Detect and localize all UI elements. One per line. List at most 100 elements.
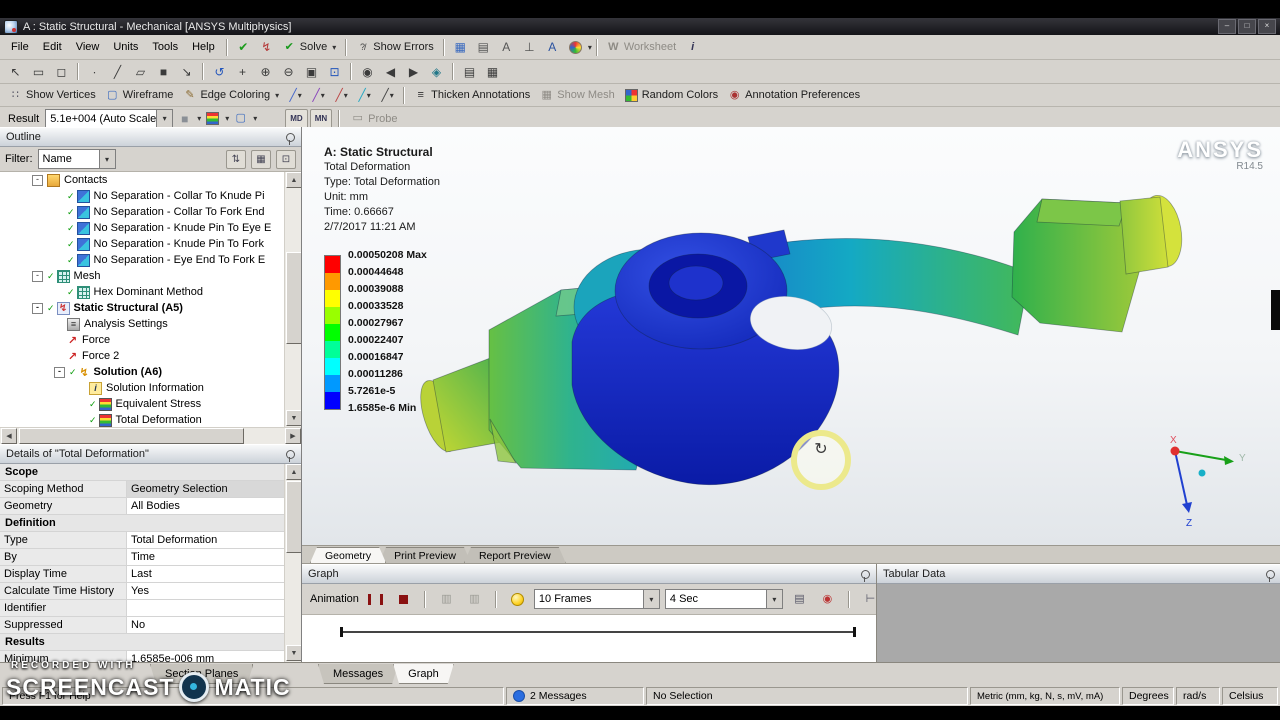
scroll-up-icon[interactable]: ▲ bbox=[286, 172, 301, 188]
edge-pen-black-icon[interactable]: ╱▾ bbox=[376, 85, 399, 106]
details-property-value[interactable]: Time bbox=[127, 549, 285, 565]
stop-button[interactable] bbox=[392, 589, 415, 610]
solve-button[interactable]: Solve ▾ bbox=[278, 37, 342, 58]
details-property-value[interactable]: Total Deformation bbox=[127, 532, 285, 548]
chevron-down-icon[interactable]: ▾ bbox=[643, 590, 659, 608]
body-filter-icon[interactable]: ■ bbox=[152, 61, 175, 82]
tree-item[interactable]: Force 2 bbox=[0, 348, 285, 364]
max-annotation-toggle[interactable]: MD bbox=[285, 109, 307, 129]
chart-view-icon[interactable]: ▤ bbox=[472, 37, 495, 58]
filter-box-icon[interactable]: ⊡ bbox=[276, 150, 296, 169]
graph-timeline-area[interactable] bbox=[302, 615, 876, 664]
min-annotation-toggle[interactable]: MN bbox=[310, 109, 332, 129]
tree-item[interactable]: -✓Solution (A6) bbox=[0, 364, 285, 380]
zoom-out-icon[interactable]: ⊖ bbox=[277, 61, 300, 82]
zoom-graph-button[interactable] bbox=[816, 589, 839, 610]
geometry-display-button[interactable] bbox=[173, 108, 196, 129]
chevron-down-icon[interactable]: ▾ bbox=[390, 91, 394, 100]
box-zoom-icon[interactable]: ▣ bbox=[300, 61, 323, 82]
pushpin-icon[interactable] bbox=[1266, 570, 1275, 579]
timeline-track[interactable] bbox=[340, 631, 856, 633]
tree-item[interactable]: ✓No Separation - Eye End To Fork E bbox=[0, 252, 285, 268]
filter-name-combo[interactable]: Name ▾ bbox=[38, 149, 116, 169]
chevron-down-icon[interactable]: ▾ bbox=[298, 91, 302, 100]
wireframe-button[interactable]: Wireframe bbox=[101, 85, 179, 106]
tree-expander-icon[interactable]: - bbox=[54, 367, 65, 378]
status-angular-velocity-unit[interactable]: rad/s bbox=[1176, 687, 1220, 705]
worksheet-button[interactable]: Worksheet bbox=[602, 37, 681, 58]
scroll-up-icon[interactable]: ▲ bbox=[286, 464, 301, 480]
viewport-tab-report-preview[interactable]: Report Preview bbox=[464, 547, 566, 563]
palette-button[interactable] bbox=[564, 37, 587, 58]
status-units[interactable]: Metric (mm, kg, N, s, mV, mA) bbox=[970, 687, 1120, 705]
details-property-value[interactable]: Yes bbox=[127, 583, 285, 599]
details-property-value[interactable]: Last bbox=[127, 566, 285, 582]
update-contours-button[interactable] bbox=[506, 589, 529, 610]
dock-tab-messages[interactable]: Messages bbox=[318, 664, 398, 684]
edge-pen-red-icon[interactable]: ╱▾ bbox=[330, 85, 353, 106]
edge-pen-cyan-icon[interactable]: ╱▾ bbox=[353, 85, 376, 106]
edge-filter-icon[interactable]: ╱ bbox=[106, 61, 129, 82]
viewport-tab-print-preview[interactable]: Print Preview bbox=[379, 547, 471, 563]
tree-item[interactable]: Force bbox=[0, 332, 285, 348]
edge-pen-purple-icon[interactable]: ╱▾ bbox=[307, 85, 330, 106]
tree-item[interactable]: -✓Static Structural (A5) bbox=[0, 300, 285, 316]
edge-coloring-button[interactable]: Edge Coloring ▾ bbox=[178, 85, 284, 106]
details-property-value[interactable]: Geometry Selection bbox=[127, 481, 285, 497]
outline-vertical-scrollbar[interactable]: ▲ ▼ bbox=[284, 172, 301, 427]
menu-tools[interactable]: Tools bbox=[145, 39, 185, 55]
random-colors-button[interactable]: Random Colors bbox=[620, 85, 723, 106]
probe-button[interactable]: Probe bbox=[346, 108, 402, 129]
menu-file[interactable]: File bbox=[4, 39, 36, 55]
tree-item[interactable]: ✓No Separation - Collar To Fork End bbox=[0, 204, 285, 220]
tree-item[interactable]: ✓Equivalent Stress bbox=[0, 396, 285, 412]
pin-geometry-icon[interactable]: ⊥ bbox=[518, 37, 541, 58]
menu-view[interactable]: View bbox=[69, 39, 107, 55]
chevron-down-icon[interactable]: ▾ bbox=[332, 43, 336, 52]
frames-combo[interactable]: 10 Frames ▾ bbox=[534, 589, 660, 609]
tags-grid-icon[interactable]: ▦ bbox=[449, 37, 472, 58]
status-angle-unit[interactable]: Degrees bbox=[1122, 687, 1174, 705]
details-property-value[interactable] bbox=[127, 600, 285, 616]
tree-item[interactable]: Solution Information bbox=[0, 380, 285, 396]
scrollbar-thumb[interactable] bbox=[286, 252, 301, 344]
chevron-down-icon[interactable]: ▾ bbox=[766, 590, 782, 608]
fit-view-icon[interactable]: ⊡ bbox=[323, 61, 346, 82]
tree-item[interactable]: ✓Total Deformation bbox=[0, 412, 285, 427]
viewport-tab-geometry[interactable]: Geometry bbox=[310, 547, 386, 563]
pushpin-icon[interactable] bbox=[286, 133, 295, 142]
chevron-down-icon[interactable]: ▾ bbox=[275, 91, 279, 100]
single-select-icon[interactable]: ◻ bbox=[50, 61, 73, 82]
viewports-icon[interactable]: ▦ bbox=[481, 61, 504, 82]
face-filter-icon[interactable]: ▱ bbox=[129, 61, 152, 82]
result-sets-button[interactable] bbox=[463, 589, 486, 610]
dock-tab-graph[interactable]: Graph bbox=[393, 664, 454, 684]
edge-pen-blue-icon[interactable]: ╱▾ bbox=[284, 85, 307, 106]
details-property-value[interactable]: All Bodies bbox=[127, 498, 285, 514]
details-property-value[interactable]: No bbox=[127, 617, 285, 633]
3d-viewport[interactable]: ↻ A: Static StructuralTotal DeformationT… bbox=[302, 127, 1280, 545]
orientation-triad[interactable]: X Y Z bbox=[1142, 433, 1257, 533]
result-scale-combo[interactable]: 5.1e+004 (Auto Scale) ▾ bbox=[45, 109, 173, 129]
box-select-icon[interactable]: ▭ bbox=[27, 61, 50, 82]
menu-edit[interactable]: Edit bbox=[36, 39, 69, 55]
scroll-down-icon[interactable]: ▼ bbox=[286, 645, 301, 661]
pushpin-icon[interactable] bbox=[286, 450, 295, 459]
extend-selection-icon[interactable]: ↘ bbox=[175, 61, 198, 82]
tree-item[interactable]: ✓No Separation - Knude Pin To Eye E bbox=[0, 220, 285, 236]
tree-item[interactable]: ✓No Separation - Collar To Knude Pi bbox=[0, 188, 285, 204]
scrollbar-thumb[interactable] bbox=[286, 481, 301, 553]
chevron-down-icon[interactable]: ▾ bbox=[321, 91, 325, 100]
chevron-down-icon[interactable]: ▾ bbox=[588, 43, 592, 52]
max-annotation-icon[interactable]: A bbox=[495, 37, 518, 58]
chevron-down-icon[interactable]: ▾ bbox=[344, 91, 348, 100]
edges-display-button[interactable] bbox=[229, 108, 252, 129]
rotate-icon[interactable]: ↺ bbox=[208, 61, 231, 82]
select-pointer-icon[interactable]: ↖ bbox=[4, 61, 27, 82]
vertex-filter-icon[interactable]: ∙ bbox=[83, 61, 106, 82]
next-view-icon[interactable]: ▶ bbox=[402, 61, 425, 82]
annotation-preferences-button[interactable]: Annotation Preferences bbox=[723, 85, 865, 106]
scroll-left-icon[interactable]: ◀ bbox=[1, 428, 17, 444]
scroll-right-icon[interactable]: ▶ bbox=[285, 428, 301, 444]
tree-item[interactable]: ✓No Separation - Knude Pin To Fork bbox=[0, 236, 285, 252]
